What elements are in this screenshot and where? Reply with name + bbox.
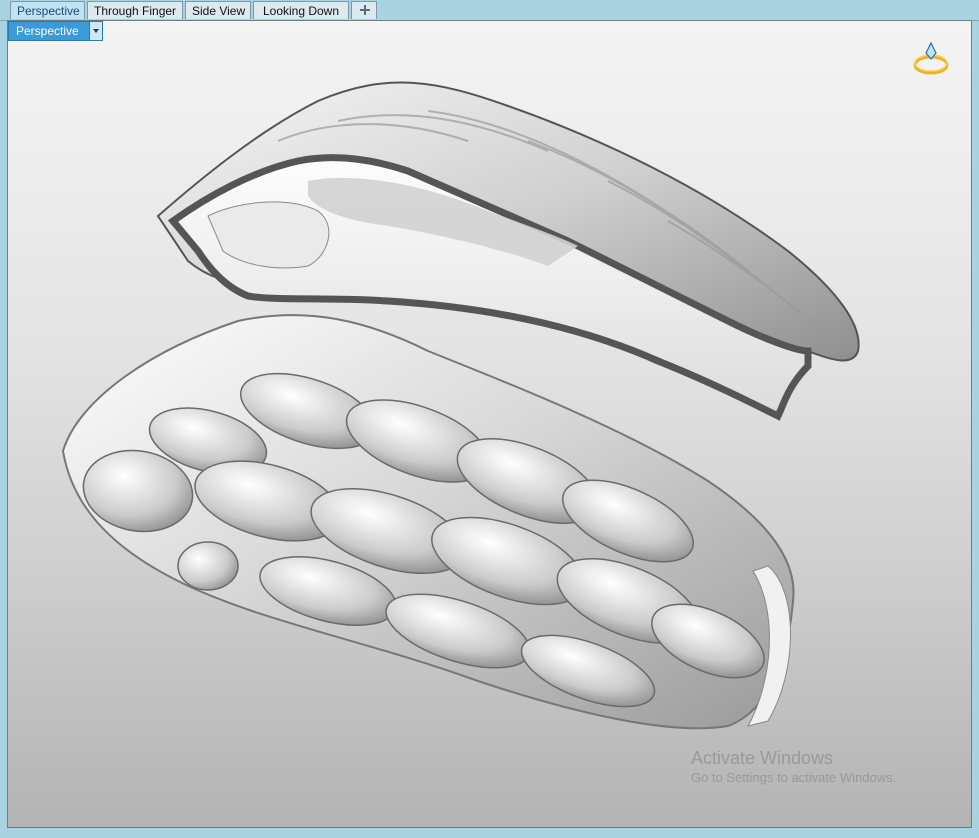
lower-ring-half[interactable]: [61, 314, 795, 730]
window-bottom-edge: [0, 828, 979, 838]
ring-model[interactable]: [8, 21, 972, 828]
plus-icon: [360, 5, 370, 15]
windows-activation-watermark: Activate Windows Go to Settings to activ…: [691, 747, 896, 787]
viewport-label-text: Perspective: [16, 24, 79, 38]
tab-label: Looking Down: [262, 4, 340, 18]
tab-looking-down[interactable]: Looking Down: [253, 1, 349, 19]
tab-perspective[interactable]: Perspective: [10, 1, 85, 19]
tab-through-finger[interactable]: Through Finger: [87, 1, 183, 19]
watermark-title: Activate Windows: [691, 748, 834, 768]
3d-viewport[interactable]: Perspective Activate Windows Go to Setti…: [7, 20, 972, 828]
tab-label: Through Finger: [94, 4, 177, 18]
tab-side-view[interactable]: Side View: [185, 1, 251, 19]
tab-label: Perspective: [17, 4, 80, 18]
chevron-down-icon[interactable]: [89, 22, 102, 40]
watermark-subtitle: Go to Settings to activate Windows.: [691, 770, 897, 785]
viewport-tab-strip: Perspective Through Finger Side View Loo…: [0, 0, 979, 21]
tab-label: Side View: [192, 4, 246, 18]
viewport-label[interactable]: Perspective: [8, 21, 103, 41]
ring-gizmo-icon[interactable]: [911, 39, 951, 79]
app-window: Perspective Through Finger Side View Loo…: [0, 0, 979, 838]
add-tab-button[interactable]: [351, 1, 377, 19]
